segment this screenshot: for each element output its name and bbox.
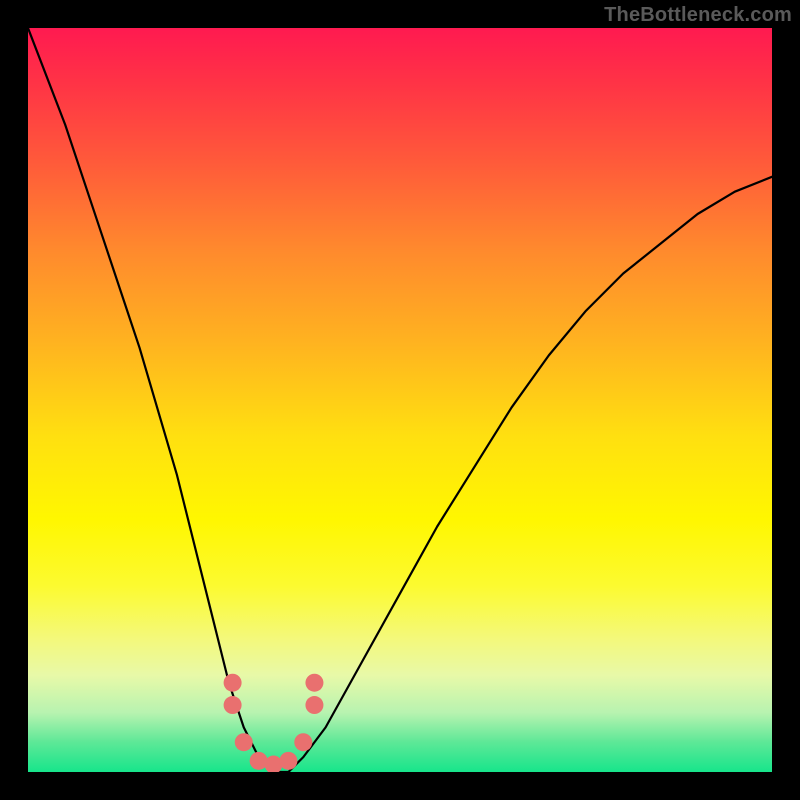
highlight-dot bbox=[235, 733, 253, 751]
highlight-dot bbox=[294, 733, 312, 751]
curve-group bbox=[28, 28, 772, 772]
watermark-text: TheBottleneck.com bbox=[604, 4, 792, 27]
highlight-dot bbox=[224, 674, 242, 692]
highlight-dot bbox=[305, 674, 323, 692]
plot-area bbox=[28, 28, 772, 772]
highlight-dot bbox=[224, 696, 242, 714]
chart-svg bbox=[28, 28, 772, 772]
highlight-dots bbox=[224, 674, 324, 772]
highlight-dot bbox=[305, 696, 323, 714]
highlight-dot bbox=[265, 756, 283, 772]
chart-frame: TheBottleneck.com bbox=[0, 0, 800, 800]
highlight-dot bbox=[279, 752, 297, 770]
bottleneck-curve bbox=[28, 28, 772, 772]
